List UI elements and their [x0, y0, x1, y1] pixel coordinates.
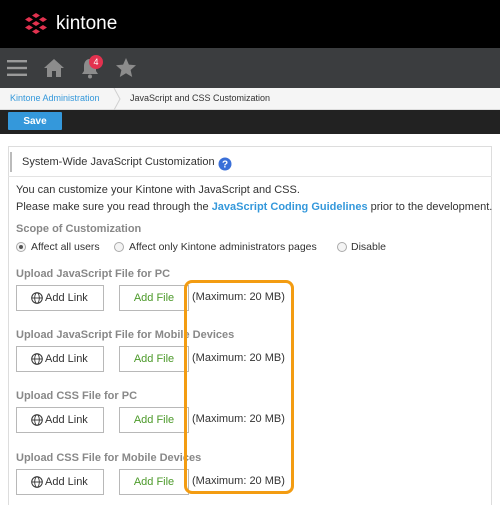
scope-option-admin-pages-label[interactable]: Affect only Kintone administrators pages: [129, 241, 317, 253]
scope-option-all-users-label[interactable]: Affect all users: [31, 241, 100, 253]
scope-radio-admin-pages[interactable]: [114, 242, 124, 252]
upload-js-pc-label: Upload JavaScript File for PC: [16, 268, 171, 280]
globe-icon: [31, 292, 43, 304]
add-file-button-css-mobile[interactable]: Add File: [119, 469, 189, 495]
kintone-logo-icon[interactable]: [24, 12, 48, 36]
add-link-label: Add Link: [45, 414, 88, 426]
section-divider: [8, 176, 492, 177]
star-icon[interactable]: [114, 56, 138, 80]
breadcrumb-separator-icon: [113, 88, 121, 110]
help-icon[interactable]: ?: [218, 157, 232, 171]
section-title: System-Wide JavaScript Customization: [22, 156, 215, 168]
description-suffix: prior to the development.: [370, 201, 493, 213]
description-prefix: Please make sure you read through the: [16, 201, 209, 213]
add-link-button-css-pc[interactable]: Add Link: [16, 407, 104, 433]
home-icon[interactable]: [42, 56, 66, 80]
add-link-label: Add Link: [45, 353, 88, 365]
breadcrumb: Kintone Administration JavaScript and CS…: [0, 88, 500, 110]
description-line-1: You can customize your Kintone with Java…: [16, 184, 300, 196]
scope-option-disable-label[interactable]: Disable: [351, 241, 386, 253]
save-button[interactable]: Save: [8, 112, 62, 130]
hamburger-menu-icon[interactable]: [6, 56, 30, 80]
svg-text:?: ?: [222, 160, 228, 171]
add-link-button-js-mobile[interactable]: Add Link: [16, 346, 104, 372]
nav-bar: [0, 48, 500, 88]
scope-radio-all-users[interactable]: [16, 242, 26, 252]
add-file-button-js-pc[interactable]: Add File: [119, 285, 189, 311]
add-file-button-js-mobile[interactable]: Add File: [119, 346, 189, 372]
add-link-label: Add Link: [45, 292, 88, 304]
coding-guidelines-link[interactable]: JavaScript Coding Guidelines: [212, 201, 368, 213]
add-link-button-js-pc[interactable]: Add Link: [16, 285, 104, 311]
add-link-button-css-mobile[interactable]: Add Link: [16, 469, 104, 495]
add-file-button-css-pc[interactable]: Add File: [119, 407, 189, 433]
breadcrumb-item-kintone-administration[interactable]: Kintone Administration: [10, 93, 100, 103]
scope-radio-disable[interactable]: [337, 242, 347, 252]
globe-icon: [31, 414, 43, 426]
description-line-2: Please make sure you read through the Ja…: [16, 201, 492, 213]
globe-icon: [31, 353, 43, 365]
breadcrumb-current: JavaScript and CSS Customization: [130, 93, 271, 103]
globe-icon: [31, 476, 43, 488]
upload-css-pc-label: Upload CSS File for PC: [16, 390, 138, 402]
max-size-highlight: [184, 280, 294, 494]
section-title-marker: [10, 152, 12, 172]
brand-name: kintone: [56, 13, 118, 34]
toolbar: [0, 110, 500, 134]
upload-css-mobile-label: Upload CSS File for Mobile Devices: [16, 452, 202, 464]
scope-label: Scope of Customization: [16, 223, 142, 235]
notification-badge: 4: [89, 55, 103, 69]
add-link-label: Add Link: [45, 476, 88, 488]
